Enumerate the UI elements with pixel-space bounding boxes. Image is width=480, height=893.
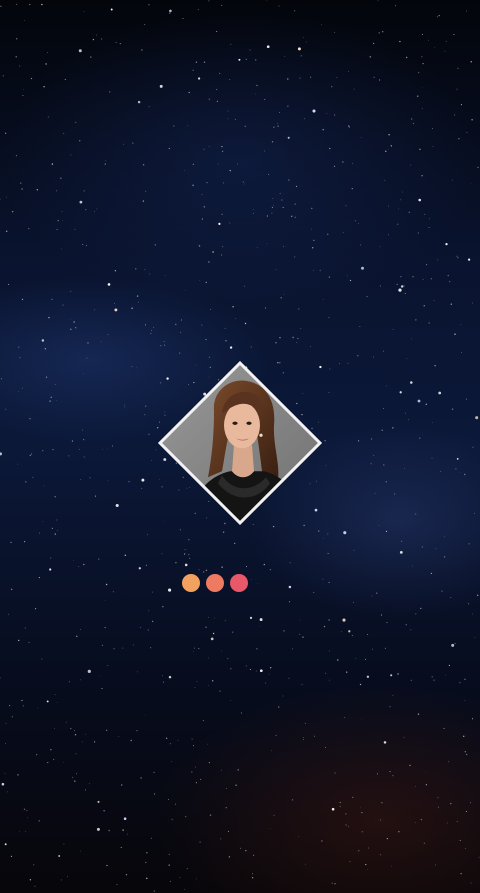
loading-indicator: [182, 574, 252, 592]
loading-dot-3: [230, 574, 248, 592]
splash-screen: [0, 0, 480, 893]
loading-dot-1: [182, 574, 200, 592]
loading-dot-2: [206, 574, 224, 592]
